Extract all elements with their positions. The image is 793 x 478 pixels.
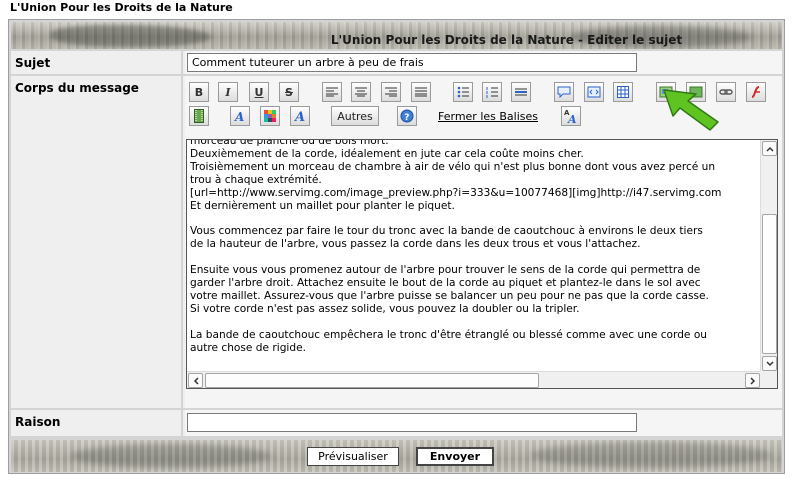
preview-button[interactable]: Prévisualiser	[307, 447, 399, 466]
page-title: L'Union Pour les Droits de la Nature - E…	[330, 33, 683, 47]
video-button[interactable]	[189, 106, 209, 126]
svg-text:A: A	[293, 110, 305, 123]
flash-icon	[751, 86, 760, 98]
chevron-left-icon	[193, 376, 199, 385]
font-size-icon: AA	[564, 109, 577, 124]
vertical-scroll-thumb[interactable]	[762, 214, 777, 354]
underline-button[interactable]: U	[249, 82, 269, 102]
scroll-up-button[interactable]	[762, 141, 777, 156]
body-label: Corps du message	[11, 76, 183, 408]
quote-button[interactable]	[554, 82, 574, 102]
flash-button[interactable]	[746, 82, 766, 102]
help-button[interactable]: ?	[397, 106, 417, 126]
subject-cell: Comment tuteurer un arbre à peu de frais	[185, 51, 782, 74]
align-right-button[interactable]	[381, 82, 401, 102]
close-tags-link[interactable]: Fermer les Balises	[438, 110, 538, 123]
bold-button[interactable]: B	[189, 82, 209, 102]
horizontal-rule-button[interactable]	[511, 82, 531, 102]
font-icon: A	[234, 110, 244, 123]
reason-label: Raison	[11, 410, 183, 436]
footer-bar: Prévisualiser Envoyer	[11, 440, 782, 472]
header-banner: L'Union Pour les Droits de la Nature - E…	[11, 22, 782, 49]
justify-button[interactable]	[411, 82, 431, 102]
align-left-button[interactable]	[322, 82, 342, 102]
svg-text:?: ?	[404, 113, 409, 123]
message-editor[interactable]: morceau de planche ou de bois mort. Deux…	[186, 139, 778, 389]
scroll-right-button[interactable]	[745, 373, 760, 388]
align-left-icon	[326, 87, 338, 97]
help-icon: ?	[400, 109, 414, 123]
numbered-list-button[interactable]	[482, 82, 502, 102]
horizontal-rule-icon	[515, 88, 527, 96]
table-button[interactable]	[613, 82, 633, 102]
color-button[interactable]	[260, 106, 280, 126]
font-button[interactable]: A	[230, 106, 250, 126]
code-icon	[587, 86, 601, 98]
align-center-button[interactable]	[351, 82, 371, 102]
font-style-icon: A	[293, 110, 305, 123]
subject-input[interactable]: Comment tuteurer un arbre à peu de frais	[187, 53, 637, 72]
scroll-corner	[760, 371, 777, 388]
svg-text:A: A	[234, 110, 244, 123]
numbered-list-icon	[486, 87, 498, 98]
bold-label: B	[194, 85, 204, 99]
vertical-scrollbar[interactable]	[760, 140, 777, 372]
italic-label: I	[225, 85, 231, 99]
chevron-up-icon	[765, 146, 774, 152]
strike-label: S	[285, 85, 293, 99]
reason-input[interactable]	[187, 413, 637, 432]
table-icon	[617, 86, 629, 98]
justify-icon	[415, 87, 427, 97]
underline-label: U	[254, 85, 264, 99]
bullet-list-button[interactable]	[453, 82, 473, 102]
bullet-list-icon	[457, 86, 469, 98]
submit-button[interactable]: Envoyer	[416, 447, 494, 466]
others-button[interactable]: Autres	[331, 106, 379, 126]
site-title[interactable]: L'Union Pour les Droits de la Nature	[10, 1, 233, 14]
align-center-icon	[355, 87, 367, 97]
font-style-button[interactable]: A	[290, 106, 310, 126]
chevron-down-icon	[765, 360, 774, 366]
horizontal-scrollbar[interactable]	[187, 371, 761, 388]
svg-text:A: A	[567, 113, 577, 124]
green-pointer-arrow	[663, 89, 719, 131]
scroll-left-button[interactable]	[188, 373, 203, 388]
color-icon	[264, 110, 276, 122]
reason-cell	[185, 410, 782, 436]
subject-row: Sujet Comment tuteurer un arbre à peu de…	[11, 51, 782, 74]
quote-icon	[557, 86, 571, 98]
subject-label: Sujet	[11, 51, 183, 74]
video-icon	[194, 109, 204, 123]
font-size-button[interactable]: AA	[561, 106, 581, 126]
align-right-icon	[385, 87, 397, 97]
reason-row: Raison	[11, 410, 782, 436]
horizontal-scroll-thumb[interactable]	[205, 373, 539, 388]
scroll-down-button[interactable]	[762, 356, 777, 371]
code-button[interactable]	[584, 82, 604, 102]
chevron-right-icon	[749, 376, 755, 385]
strike-button[interactable]: S	[279, 82, 299, 102]
message-text[interactable]: morceau de planche ou de bois mort. Deux…	[189, 140, 759, 365]
italic-button[interactable]: I	[218, 82, 238, 102]
